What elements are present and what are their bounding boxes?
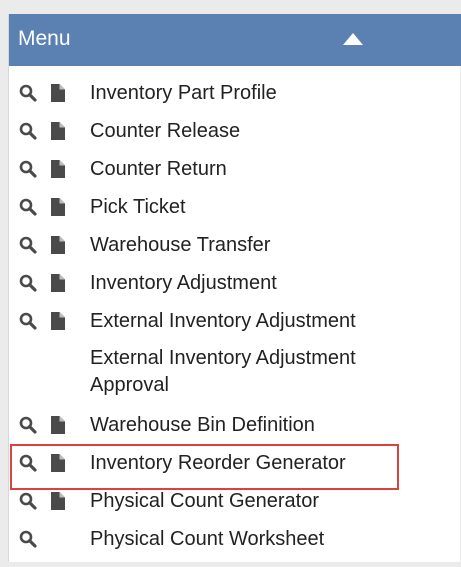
empty-icon-slot	[19, 340, 40, 378]
document-icon[interactable]	[51, 188, 72, 226]
menu-item-label: External Inventory Adjustment	[90, 310, 356, 332]
search-icon[interactable]	[19, 482, 40, 520]
menu-item-label: Inventory Part Profile	[90, 82, 277, 104]
menu-item-label: External Inventory Adjustment Approval	[90, 347, 356, 396]
search-icon[interactable]	[19, 444, 40, 482]
menu-item-warehouse-transfer[interactable]: Warehouse Transfer	[9, 226, 461, 264]
search-icon[interactable]	[19, 302, 40, 340]
menu-item-external-inventory-adjustment-approval[interactable]: External Inventory Adjustment Approval	[9, 340, 461, 406]
menu-item-physical-count-worksheet[interactable]: Physical Count Worksheet	[9, 520, 461, 558]
search-icon[interactable]	[19, 520, 40, 558]
document-icon[interactable]	[51, 74, 72, 112]
document-icon[interactable]	[51, 112, 72, 150]
menu-item-label: Warehouse Transfer	[90, 234, 271, 256]
menu-item-pick-ticket[interactable]: Pick Ticket	[9, 188, 461, 226]
menu-item-label: Inventory Reorder Generator	[90, 452, 346, 474]
document-icon[interactable]	[51, 444, 72, 482]
menu-item-label: Physical Count Generator	[90, 490, 320, 512]
menu-item-label: Counter Release	[90, 120, 241, 142]
menu-title: Menu	[18, 27, 71, 50]
document-icon[interactable]	[51, 264, 72, 302]
menu-item-label: Physical Count Worksheet	[90, 528, 325, 550]
screenshot-frame: Menu Inventory Part Profile Counter Rele…	[0, 0, 461, 567]
menu-item-label: Inventory Adjustment	[90, 272, 277, 294]
menu-item-label: Pick Ticket	[90, 196, 186, 218]
menu-header[interactable]: Menu	[9, 14, 461, 66]
menu-item-inventory-part-profile[interactable]: Inventory Part Profile	[9, 74, 461, 112]
search-icon[interactable]	[19, 150, 40, 188]
menu-item-counter-return[interactable]: Counter Return	[9, 150, 461, 188]
menu-item-physical-count-generator[interactable]: Physical Count Generator	[9, 482, 461, 520]
document-icon[interactable]	[51, 302, 72, 340]
document-icon[interactable]	[51, 226, 72, 264]
menu-item-counter-release[interactable]: Counter Release	[9, 112, 461, 150]
caret-up-icon[interactable]	[343, 33, 363, 45]
empty-icon-slot	[51, 340, 72, 378]
search-icon[interactable]	[19, 112, 40, 150]
search-icon[interactable]	[19, 74, 40, 112]
search-icon[interactable]	[19, 226, 40, 264]
menu-item-inventory-reorder-generator[interactable]: Inventory Reorder Generator	[9, 444, 461, 482]
search-icon[interactable]	[19, 406, 40, 444]
document-icon[interactable]	[51, 482, 72, 520]
search-icon[interactable]	[19, 264, 40, 302]
menu-item-external-inventory-adjustment[interactable]: External Inventory Adjustment	[9, 302, 461, 340]
search-icon[interactable]	[19, 188, 40, 226]
document-icon[interactable]	[51, 150, 72, 188]
menu-item-warehouse-bin-definition[interactable]: Warehouse Bin Definition	[9, 406, 461, 444]
menu-item-label: Warehouse Bin Definition	[90, 414, 315, 436]
menu-item-label: Counter Return	[90, 158, 227, 180]
menu-list: Inventory Part Profile Counter Release C…	[9, 74, 461, 558]
empty-icon-slot	[51, 520, 72, 558]
menu-panel: Menu Inventory Part Profile Counter Rele…	[8, 14, 461, 562]
menu-item-inventory-adjustment[interactable]: Inventory Adjustment	[9, 264, 461, 302]
document-icon[interactable]	[51, 406, 72, 444]
